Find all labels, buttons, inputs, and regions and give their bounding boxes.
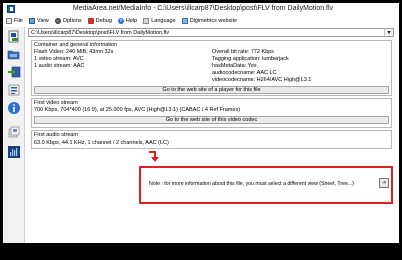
change-view-button[interactable]: -> bbox=[379, 178, 389, 188]
video-stream-section: First video stream 700 Kbps, 704*400 (16… bbox=[31, 98, 392, 128]
preferences-icon bbox=[8, 84, 20, 96]
menu-digimetrics-label: Digimetrics website bbox=[189, 18, 238, 24]
title-bar: MediaArea.net/MediaInfo - C:\Users\illca… bbox=[3, 3, 399, 15]
general-left-line: 1 video stream: AVC bbox=[34, 56, 84, 62]
view-icon bbox=[28, 18, 35, 24]
audio-section-title: First audio stream bbox=[34, 132, 79, 138]
video-stream-line: 700 Kbps, 704*400 (16:9), at 25.000 fps,… bbox=[34, 107, 241, 113]
menu-file[interactable]: File bbox=[6, 16, 23, 26]
menu-view[interactable]: View bbox=[28, 16, 49, 26]
menu-debug[interactable]: Debug bbox=[87, 16, 112, 26]
about-button[interactable] bbox=[7, 101, 21, 115]
menu-language[interactable]: Language bbox=[143, 16, 176, 26]
red-annotation-arrow bbox=[149, 151, 159, 162]
general-left-line: 1 audio stream: AAC bbox=[34, 63, 85, 69]
knowledge-base-icon bbox=[8, 126, 20, 138]
menu-bar: File View Options Debug ? Help Language bbox=[3, 16, 399, 26]
video-codec-website-button[interactable]: Go to the web site of this video codec bbox=[34, 116, 389, 124]
export-button[interactable] bbox=[7, 65, 21, 79]
knowledge-base-button[interactable] bbox=[7, 125, 21, 139]
menu-file-label: File bbox=[14, 18, 23, 24]
waveform-icon bbox=[8, 146, 20, 158]
language-icon bbox=[143, 18, 150, 24]
preferences-button[interactable] bbox=[7, 83, 21, 97]
menu-language-label: Language bbox=[151, 18, 176, 24]
gear-icon bbox=[54, 18, 61, 24]
export-icon bbox=[8, 66, 21, 78]
debug-icon bbox=[87, 18, 94, 24]
mediainfo-window: MediaArea.net/MediaInfo - C:\Users\illca… bbox=[3, 3, 399, 243]
audio-stream-line: 63.0 Kbps, 44.1 KHz, 1 channel / 2 chann… bbox=[34, 140, 169, 146]
general-right-line: Overall bit rate: 772 Kbps bbox=[212, 49, 275, 55]
info-icon bbox=[8, 102, 20, 114]
general-right-line: hasMetaData: Yes bbox=[212, 63, 257, 69]
graph-button[interactable] bbox=[7, 145, 21, 159]
open-folder-button[interactable] bbox=[7, 47, 21, 61]
screenshot-frame: MediaArea.net/MediaInfo - C:\Users\illca… bbox=[0, 0, 402, 260]
general-right-line: videocodecname: H264/AVC High@L3.1 bbox=[212, 77, 312, 83]
open-file-icon bbox=[8, 30, 19, 43]
menu-help-label: Help bbox=[125, 18, 138, 24]
note-text: Note : for more information about this f… bbox=[149, 181, 354, 187]
folder-icon bbox=[7, 50, 20, 60]
general-right-line: audiocodecname: AAC LC bbox=[212, 70, 277, 76]
general-section: Container and general information Flash … bbox=[31, 40, 392, 96]
digimetrics-icon bbox=[181, 18, 188, 24]
window-title: MediaArea.net/MediaInfo - C:\Users\illca… bbox=[72, 5, 334, 12]
menu-options-label: Options bbox=[62, 18, 82, 24]
menu-help[interactable]: ? Help bbox=[117, 16, 138, 26]
chevron-down-icon[interactable] bbox=[384, 29, 393, 36]
file-icon bbox=[6, 18, 12, 24]
menu-view-label: View bbox=[36, 18, 49, 24]
general-right-line: Tagging application: lumberjack bbox=[212, 56, 289, 62]
left-toolbar bbox=[3, 27, 25, 243]
menu-options[interactable]: Options bbox=[54, 16, 82, 26]
menu-digimetrics[interactable]: Digimetrics website bbox=[181, 16, 238, 26]
player-website-button[interactable]: Go to the web site of a player for this … bbox=[34, 86, 389, 94]
mediainfo-app-icon bbox=[7, 5, 15, 13]
video-section-title: First video stream bbox=[34, 100, 78, 106]
easy-view-panel: Container and general information Flash … bbox=[28, 39, 396, 243]
general-left-line: Flash Video: 240 MiB, 43mn 32s bbox=[34, 49, 114, 55]
note-highlight-box: Note : for more information about this f… bbox=[139, 166, 393, 204]
general-section-title: Container and general information bbox=[34, 42, 118, 48]
file-select-dropdown[interactable]: C:\Users\illcarp87\Desktop\post\FLV from… bbox=[28, 28, 394, 37]
menu-debug-label: Debug bbox=[95, 18, 112, 24]
audio-stream-section: First audio stream 63.0 Kbps, 44.1 KHz, … bbox=[31, 130, 392, 149]
help-icon: ? bbox=[117, 18, 124, 24]
file-select-value: C:\Users\illcarp87\Desktop\post\FLV from… bbox=[31, 30, 170, 36]
open-file-button[interactable] bbox=[7, 29, 21, 43]
